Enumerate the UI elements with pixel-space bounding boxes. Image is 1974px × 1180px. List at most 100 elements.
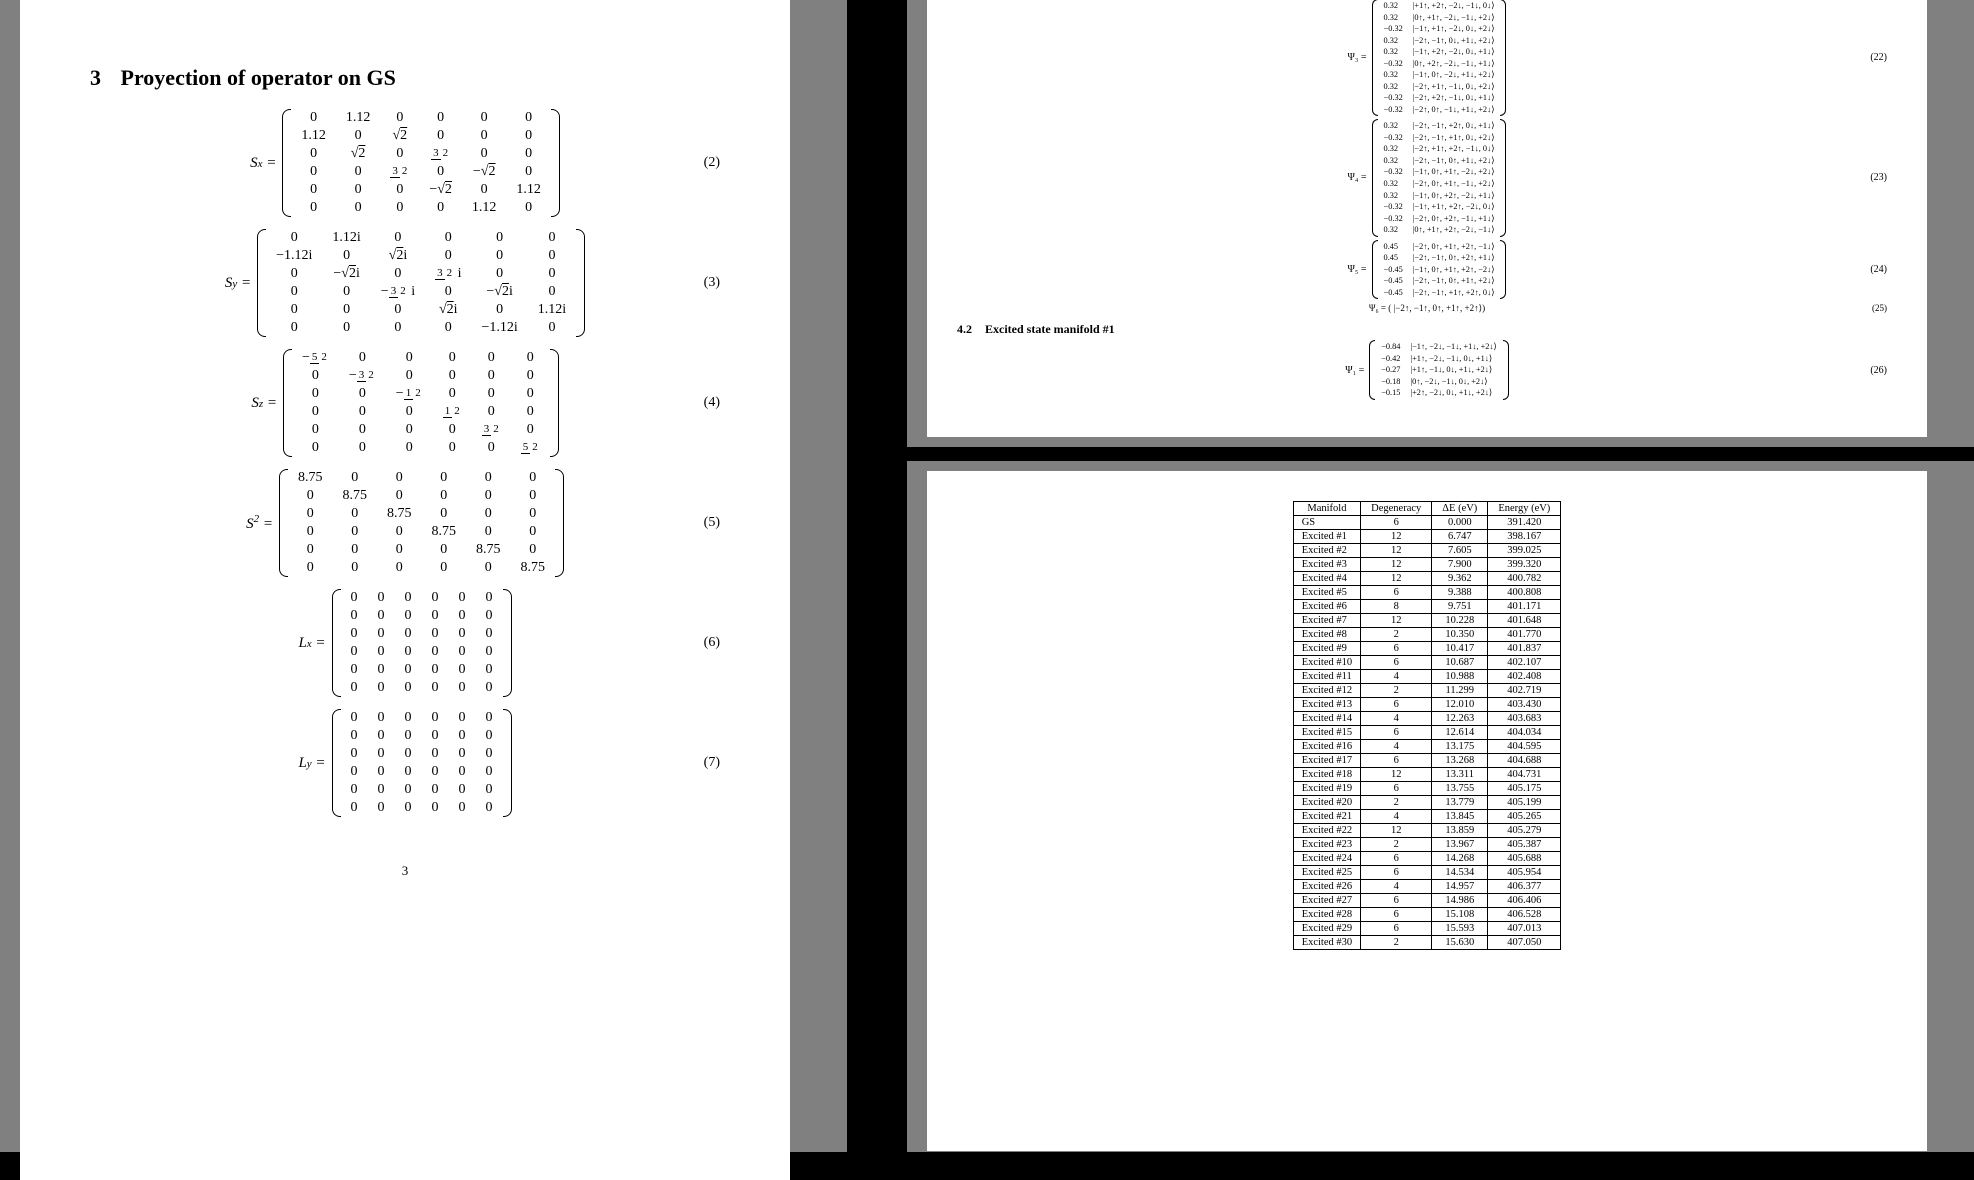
table-row: Excited #10610.687402.107 bbox=[1293, 656, 1561, 670]
table-cell: 13.755 bbox=[1432, 782, 1488, 796]
psi-state: |−1↑, +1↑, +2↑, −2↓, 0↓⟩ bbox=[1409, 202, 1499, 212]
matrix-cell: 0 bbox=[368, 709, 395, 727]
matrix-cell: 0 bbox=[371, 319, 425, 337]
table-cell: 6 bbox=[1361, 642, 1432, 656]
matrix-cell: 8.75 bbox=[421, 523, 466, 541]
matrix-cell: 0 bbox=[377, 559, 422, 577]
matrix-cell: 0 bbox=[292, 385, 339, 403]
matrix-cell: 0 bbox=[395, 727, 422, 745]
matrix-cell: 0 bbox=[433, 439, 472, 457]
matrix-cell: 0 bbox=[466, 559, 511, 577]
matrix-cell: 0 bbox=[380, 181, 419, 199]
psi-matrix: −0.84|−1↑, −2↓, −1↓, +1↓, +2↓⟩−0.42|+1↑,… bbox=[1375, 340, 1503, 400]
table-cell: Excited #28 bbox=[1293, 908, 1360, 922]
table-cell: 7.605 bbox=[1432, 544, 1488, 558]
matrix-cell: 0 bbox=[266, 319, 322, 337]
psi-coef: −0.32 bbox=[1380, 93, 1407, 103]
table-cell: 6 bbox=[1361, 908, 1432, 922]
table-cell: 6 bbox=[1361, 852, 1432, 866]
table-cell: 401.648 bbox=[1488, 614, 1561, 628]
table-cell: 400.782 bbox=[1488, 572, 1561, 586]
table-cell: 6 bbox=[1361, 656, 1432, 670]
matrix-cell: 0 bbox=[472, 349, 511, 367]
matrix-cell: 0 bbox=[336, 127, 381, 145]
matrix-cell: 0 bbox=[291, 199, 336, 217]
table-cell: 7.900 bbox=[1432, 558, 1488, 572]
table-cell: 12 bbox=[1361, 768, 1432, 782]
matrix-cell: 0 bbox=[425, 247, 471, 265]
matrix-cell: 32 i bbox=[425, 265, 471, 283]
matrix-cell: √2i bbox=[371, 247, 425, 265]
matrix-cell: 0 bbox=[476, 625, 503, 643]
matrix-cell: 0 bbox=[288, 559, 333, 577]
subsection-number: 4.2 bbox=[957, 322, 972, 336]
table-cell: Excited #23 bbox=[1293, 838, 1360, 852]
table-row: Excited #14412.263403.683 bbox=[1293, 712, 1561, 726]
matrix-label: Sy = bbox=[225, 275, 251, 292]
matrix-cell: 0 bbox=[421, 559, 466, 577]
psi-state: |−2↑, −1↑, 0↑, +2↑, +1↓⟩ bbox=[1409, 253, 1499, 263]
psi-equation: Ψ₁ =−0.84|−1↑, −2↓, −1↓, +1↓, +2↓⟩−0.42|… bbox=[957, 340, 1897, 400]
matrix-cell: 0 bbox=[510, 505, 555, 523]
psi-coef: 0.32 bbox=[1380, 1, 1407, 11]
table-cell: 12 bbox=[1361, 530, 1432, 544]
table-row: Excited #21413.845405.265 bbox=[1293, 810, 1561, 824]
matrix-equation: Sz =−52000000−32000000−12000000120000003… bbox=[90, 349, 720, 457]
table-cell: 12 bbox=[1361, 558, 1432, 572]
matrix-cell: 0 bbox=[449, 589, 476, 607]
table-row: Excited #3127.900399.320 bbox=[1293, 558, 1561, 572]
matrix-cell: 0 bbox=[425, 229, 471, 247]
matrix-cell: 0 bbox=[395, 679, 422, 697]
matrix-cell: √2i bbox=[425, 301, 471, 319]
matrix-cell: 0 bbox=[433, 367, 472, 385]
table-cell: 402.408 bbox=[1488, 670, 1561, 684]
matrix-cell: 0 bbox=[462, 109, 507, 127]
table-row: GS60.000391.420 bbox=[1293, 516, 1561, 530]
psi-label: Ψ₃ = bbox=[1348, 52, 1367, 63]
psi-coef: −0.32 bbox=[1380, 105, 1407, 115]
matrix: 01.1200001.120√20000√20320000320−√20000−… bbox=[291, 109, 551, 217]
table-cell: 407.050 bbox=[1488, 936, 1561, 950]
table-cell: 12 bbox=[1361, 824, 1432, 838]
psi-coef: −0.45 bbox=[1380, 288, 1407, 298]
psi6: Ψ₆ = ( |−2↑, −1↑, 0↑, +1↑, +2↑⟩) bbox=[1369, 303, 1485, 313]
matrix-label: Ly = bbox=[298, 755, 325, 772]
matrix-cell: 0 bbox=[528, 265, 576, 283]
equation-number: (26) bbox=[1870, 365, 1887, 376]
psi-equation: Ψ₃ =0.32|+1↑, +2↑, −2↓, −1↓, 0↓⟩0.32|0↑,… bbox=[957, 0, 1897, 116]
table-row: Excited #221213.859405.279 bbox=[1293, 824, 1561, 838]
psi-state: |−2↑, +1↑, +2↑, −1↓, 0↓⟩ bbox=[1409, 144, 1499, 154]
matrix-cell: 0 bbox=[476, 661, 503, 679]
table-cell: Excited #30 bbox=[1293, 936, 1360, 950]
matrix-cell: 52 bbox=[511, 439, 550, 457]
matrix-cell: 0 bbox=[466, 469, 511, 487]
table-row: Excited #25614.534405.954 bbox=[1293, 866, 1561, 880]
psi-coef: −0.32 bbox=[1380, 59, 1407, 69]
matrix-cell: 0 bbox=[371, 301, 425, 319]
psi-state: |−2↑, −1↑, +1↑, +2↑, 0↓⟩ bbox=[1409, 288, 1499, 298]
table-cell: 406.377 bbox=[1488, 880, 1561, 894]
matrix-cell: 0 bbox=[377, 523, 422, 541]
table-cell: 401.171 bbox=[1488, 600, 1561, 614]
matrix-cell: 0 bbox=[341, 589, 368, 607]
top-right-page: Ψ₃ =0.32|+1↑, +2↑, −2↓, −1↓, 0↓⟩0.32|0↑,… bbox=[927, 0, 1927, 437]
table-row: Excited #23213.967405.387 bbox=[1293, 838, 1561, 852]
table-cell: 402.719 bbox=[1488, 684, 1561, 698]
table-cell: 12.010 bbox=[1432, 698, 1488, 712]
matrix-cell: 0 bbox=[449, 661, 476, 679]
matrix-cell: 0 bbox=[395, 781, 422, 799]
psi-coef: −0.32 bbox=[1380, 167, 1407, 177]
matrix-cell: √2 bbox=[380, 127, 419, 145]
matrix-cell: 1.12 bbox=[506, 181, 551, 199]
psi-state: |0↑, −2↓, −1↓, 0↓, +2↓⟩ bbox=[1406, 377, 1500, 387]
table-cell: 405.175 bbox=[1488, 782, 1561, 796]
matrix-cell: 0 bbox=[336, 163, 381, 181]
table-cell: 10.988 bbox=[1432, 670, 1488, 684]
matrix-cell: 0 bbox=[476, 709, 503, 727]
matrix-cell: 0 bbox=[368, 799, 395, 817]
matrix-cell: 0 bbox=[371, 265, 425, 283]
matrix-cell: 0 bbox=[425, 283, 471, 301]
bottom-right-page-background: ManifoldDegeneracyΔE (eV)Energy (eV)GS60… bbox=[907, 461, 1974, 1152]
matrix-cell: −52 bbox=[292, 349, 339, 367]
matrix-cell: 0 bbox=[528, 283, 576, 301]
